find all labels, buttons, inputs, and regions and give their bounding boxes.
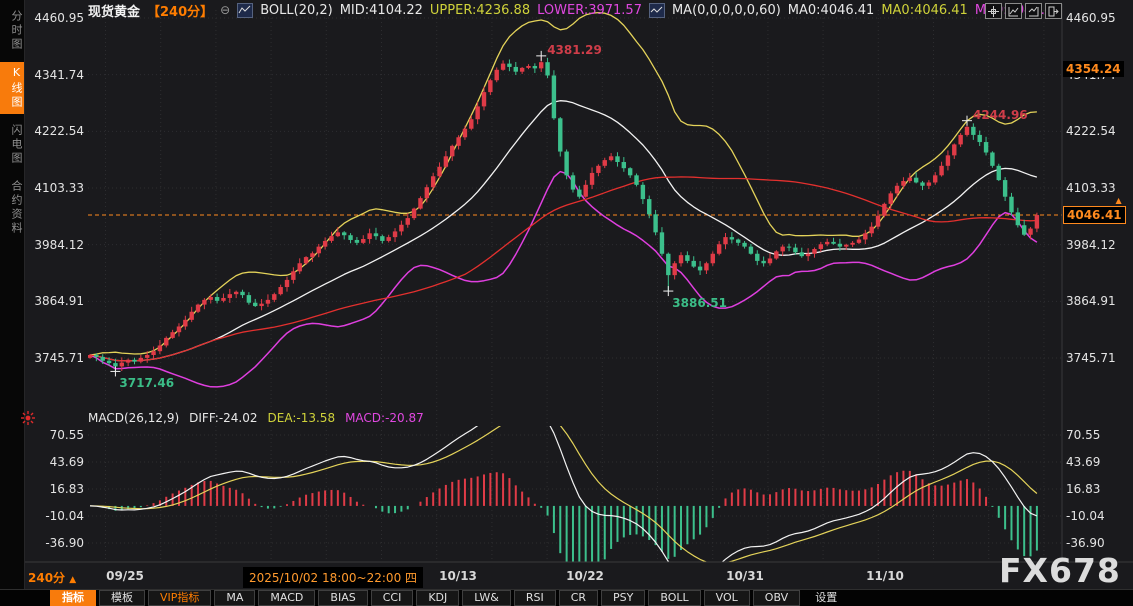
ma-value-1: MA0:4046.41 xyxy=(788,3,875,18)
toolbar-button-BOLL[interactable]: BOLL xyxy=(648,590,700,606)
period-label: 【240分】 xyxy=(147,1,213,20)
ma-value-2: MA0:4046.41 xyxy=(881,3,968,18)
toolbar-button-MACD[interactable]: MACD xyxy=(258,590,315,606)
crosshair-icon[interactable] xyxy=(985,3,1002,19)
toolbar-button-MA[interactable]: MA xyxy=(214,590,255,606)
boll-mid-value: MID:4104.22 xyxy=(340,3,423,18)
toolbar-button-指标[interactable]: 指标 xyxy=(50,590,96,606)
macd-dea-value: DEA:-13.58 xyxy=(268,411,336,425)
toolbar-button-OBV[interactable]: OBV xyxy=(753,590,800,606)
annotation-3717.46: 3717.46 xyxy=(119,376,174,390)
exit-chart-icon[interactable] xyxy=(1045,3,1062,19)
sidebar: 分时图 K线图闪电图合约资料 xyxy=(0,0,25,606)
price-up-arrow-icon: ▲ xyxy=(1116,196,1122,205)
boll-name: BOLL(20,2) xyxy=(260,3,333,18)
burst-icon[interactable] xyxy=(20,410,36,426)
toolbar-button-CR[interactable]: CR xyxy=(559,590,598,606)
boll-indicator-icon[interactable] xyxy=(237,3,253,18)
trading-chart-window: 分时图 K线图闪电图合约资料 现货黄金 【240分】 ⊖ BOLL(20,2) M… xyxy=(0,0,1133,606)
macd-name: MACD(26,12,9) xyxy=(88,411,179,425)
price-marker-badge: 4354.24 xyxy=(1063,61,1124,77)
indicator-toolbar: 指标模板VIP指标MAMACDBIASCCIKDJLW&RSICRPSYBOLL… xyxy=(0,589,1133,606)
toolbar-button-RSI[interactable]: RSI xyxy=(514,590,556,606)
toolbar-button-VOL[interactable]: VOL xyxy=(704,590,750,606)
toolbar-button-CCI[interactable]: CCI xyxy=(371,590,414,606)
toolbar-button-VIP指标[interactable]: VIP指标 xyxy=(148,590,211,606)
ma-name: MA(0,0,0,0,0,60) xyxy=(672,3,781,18)
macd-diff-value: DIFF:-24.02 xyxy=(189,411,257,425)
chart-canvas[interactable] xyxy=(0,0,1133,606)
macd-macd-value: MACD:-20.87 xyxy=(345,411,424,425)
toolbar-button-设置[interactable]: 设置 xyxy=(803,590,849,606)
sidebar-item-4[interactable]: 合约资料 xyxy=(0,176,24,240)
brand-watermark: FX678 xyxy=(999,551,1121,590)
sidebar-item-3[interactable]: 闪电图 xyxy=(0,120,24,170)
chart-tool-icons xyxy=(985,3,1062,19)
boll-upper-value: UPPER:4236.88 xyxy=(430,3,530,18)
toolbar-button-LW&[interactable]: LW& xyxy=(462,590,511,606)
annotation-3886.51: 3886.51 xyxy=(672,296,727,310)
interval-dropdown-icon: ▲ xyxy=(69,575,76,585)
scale-right-axis-icon[interactable] xyxy=(1025,3,1042,19)
boll-lower-value: LOWER:3971.57 xyxy=(537,3,642,18)
sidebar-item-2[interactable]: K线图 xyxy=(0,62,24,114)
current-price-badge: 4046.41 ▲ xyxy=(1063,206,1126,224)
toolbar-button-BIAS[interactable]: BIAS xyxy=(318,590,367,606)
annotation-4244.96: 4244.96 xyxy=(973,108,1028,122)
collapse-indicator-icon[interactable]: ⊖ xyxy=(220,3,230,17)
macd-header: MACD(26,12,9) DIFF:-24.02 DEA:-13.58 MAC… xyxy=(88,411,424,425)
scale-left-axis-icon[interactable] xyxy=(1005,3,1022,19)
ma-indicator-icon[interactable] xyxy=(649,3,665,18)
interval-selector[interactable]: 240分 ▲ xyxy=(28,569,76,586)
chart-header: 现货黄金 【240分】 ⊖ BOLL(20,2) MID:4104.22 UPP… xyxy=(88,2,1061,18)
crosshair-date-tooltip: 2025/10/02 18:00~22:00 四 xyxy=(243,567,423,588)
current-price-value: 4046.41 xyxy=(1067,208,1122,222)
toolbar-button-KDJ[interactable]: KDJ xyxy=(416,590,459,606)
symbol-name: 现货黄金 xyxy=(88,1,140,20)
toolbar-button-PSY[interactable]: PSY xyxy=(601,590,645,606)
sidebar-item-1[interactable]: 分时图 xyxy=(0,6,24,56)
annotation-4381.29: 4381.29 xyxy=(547,43,602,57)
toolbar-button-模板[interactable]: 模板 xyxy=(99,590,145,606)
